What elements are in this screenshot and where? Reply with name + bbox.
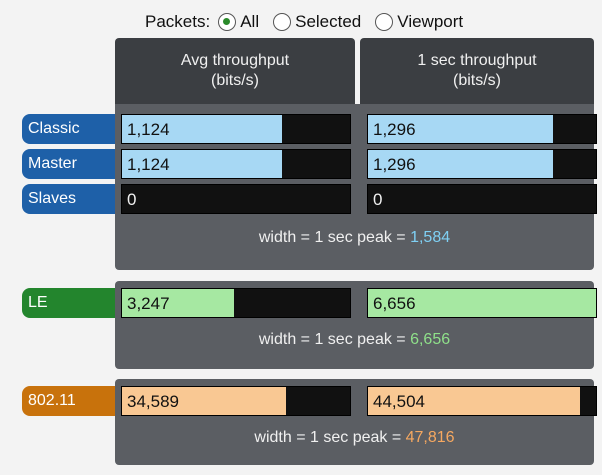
master-sec-bar: 1,296 <box>367 149 597 179</box>
radio-selected[interactable]: Selected <box>273 12 361 32</box>
classic-peak-text: width = 1 sec peak = <box>258 229 411 246</box>
column-header-avg-line2: (bits/s) <box>211 72 259 89</box>
classic-peak-caption: width = 1 sec peak = 1,584 <box>115 229 594 247</box>
wifi-avg-bar: 34,589 <box>121 386 351 416</box>
group-label-classic[interactable]: Classic <box>22 114 115 144</box>
master-avg-bar: 1,124 <box>121 149 351 179</box>
radio-selected-label: Selected <box>295 12 362 31</box>
wifi-avg-value: 34,589 <box>127 392 179 411</box>
slaves-avg-bar: 0 <box>121 184 351 214</box>
le-avg-bar: 3,247 <box>121 288 351 318</box>
classic-sec-value: 1,296 <box>373 120 416 139</box>
wifi-peak-value: 47,816 <box>405 429 455 446</box>
radio-all-label: All <box>240 12 260 31</box>
group-label-master[interactable]: Master <box>22 149 115 179</box>
group-label-slaves[interactable]: Slaves <box>22 184 115 214</box>
column-header-1sec-line1: 1 sec throughput <box>417 52 537 69</box>
group-label-le[interactable]: LE <box>22 288 115 318</box>
wifi-sec-bar: 44,504 <box>367 386 597 416</box>
wifi-sec-value: 44,504 <box>373 392 425 411</box>
le-peak-caption: width = 1 sec peak = 6,656 <box>115 331 594 349</box>
column-header-avg-line1: Avg throughput <box>180 52 290 69</box>
radio-all[interactable]: All <box>218 12 259 32</box>
le-sec-value: 6,656 <box>373 294 416 313</box>
classic-peak-value: 1,584 <box>410 229 451 246</box>
classic-avg-value: 1,124 <box>127 120 170 139</box>
slaves-avg-value: 0 <box>127 190 137 209</box>
classic-avg-bar: 1,124 <box>121 114 351 144</box>
column-header-1sec: 1 sec throughput (bits/s) <box>360 38 594 104</box>
radio-viewport[interactable]: Viewport <box>375 12 463 32</box>
column-header-1sec-line2: (bits/s) <box>453 72 501 89</box>
le-avg-value: 3,247 <box>127 294 170 313</box>
packets-filter-label: Packets: <box>145 12 211 31</box>
le-peak-value: 6,656 <box>410 331 451 348</box>
wifi-peak-caption: width = 1 sec peak = 47,816 <box>115 429 594 447</box>
radio-all-icon <box>218 13 237 31</box>
column-header-avg: Avg throughput (bits/s) <box>115 38 355 104</box>
radio-selected-icon <box>273 13 292 31</box>
classic-sec-bar: 1,296 <box>367 114 597 144</box>
slaves-sec-value: 0 <box>373 190 383 209</box>
radio-viewport-label: Viewport <box>397 12 464 31</box>
packets-filter: Packets: All Selected Viewport <box>145 9 477 35</box>
le-peak-text: width = 1 sec peak = <box>258 331 411 348</box>
group-label-80211[interactable]: 802.11 <box>22 386 115 416</box>
le-sec-bar: 6,656 <box>367 288 597 318</box>
radio-viewport-icon <box>375 13 394 31</box>
slaves-sec-bar: 0 <box>367 184 597 214</box>
master-sec-value: 1,296 <box>373 155 416 174</box>
master-avg-value: 1,124 <box>127 155 170 174</box>
wifi-peak-text: width = 1 sec peak = <box>254 429 406 446</box>
